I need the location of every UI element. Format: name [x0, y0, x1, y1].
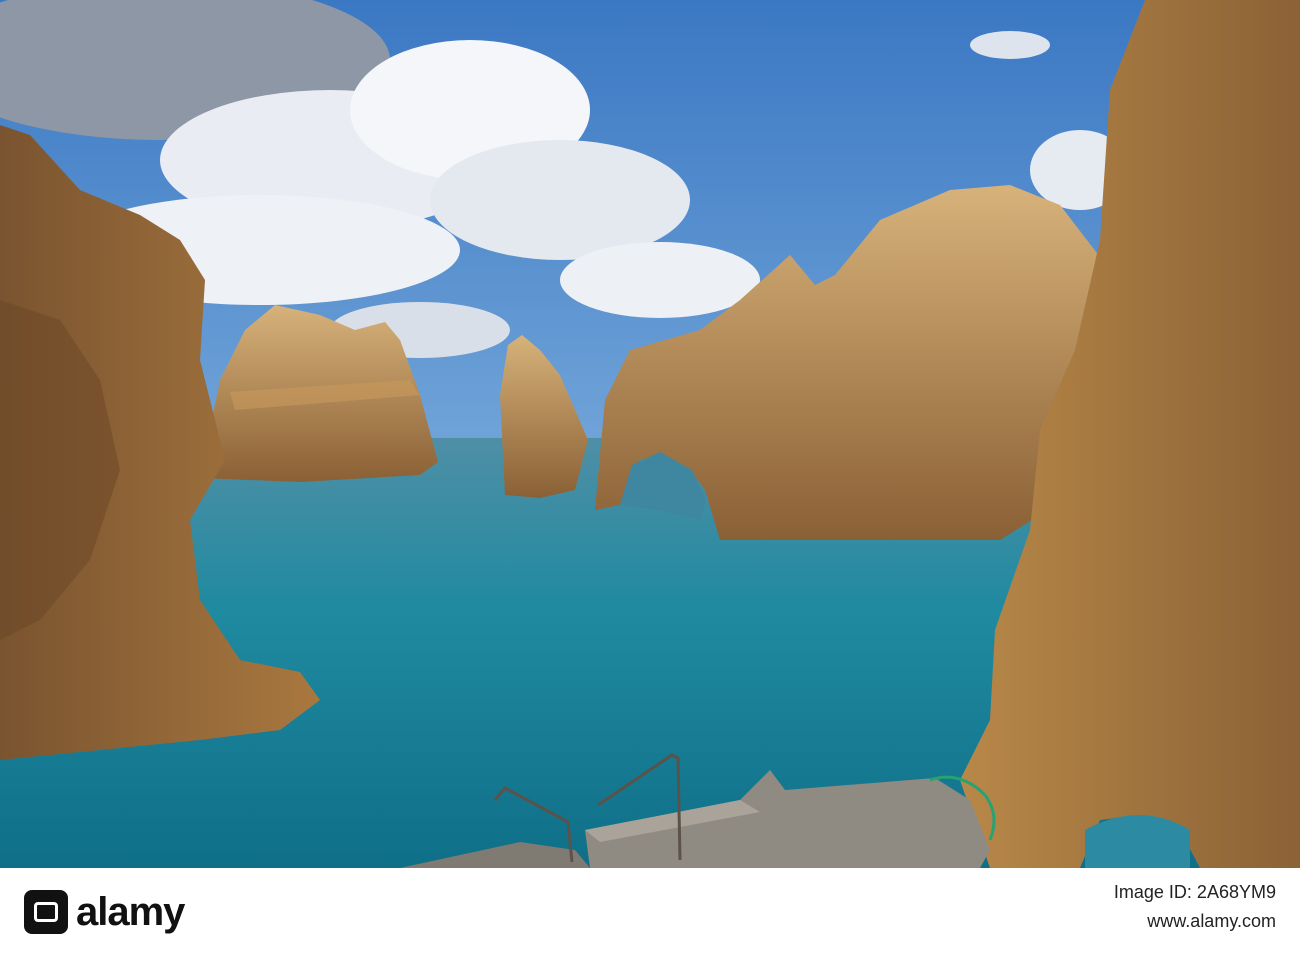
image-id: Image ID: 2A68YM9: [1113, 882, 1276, 902]
coastal-scene: [0, 0, 1300, 868]
logo-text: alamy: [76, 889, 185, 934]
alamy-logo: alamy: [24, 888, 185, 936]
photo: [0, 0, 1300, 868]
site-url: www.alamy.com: [1147, 911, 1276, 931]
camera-icon: [24, 890, 68, 934]
image-meta: Image ID: 2A68YM9 www.alamy.com: [1114, 882, 1276, 932]
stock-footer: alamy Image ID: 2A68YM9 www.alamy.com: [0, 868, 1300, 957]
